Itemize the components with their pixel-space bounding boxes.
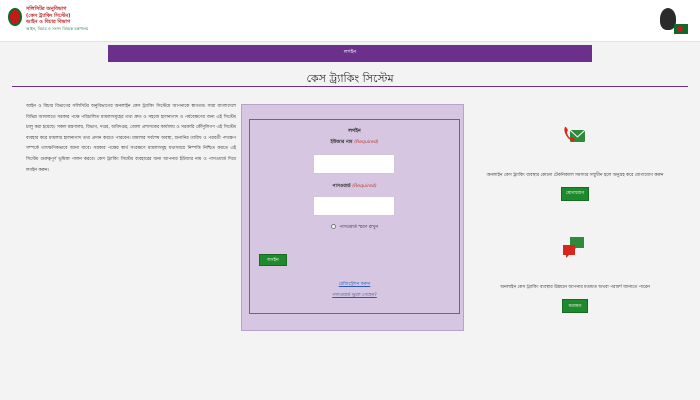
password-label: পাসওয়ার্ড (Required)	[332, 184, 377, 189]
contact-text: অনলাইন কেস ট্র্যাকিং ব্যবস্থার কোনো টেকন…	[486, 173, 664, 178]
feedback-text: অনলাইন কেস ট্র্যাকিং ব্যবস্থার উন্নয়নে …	[500, 285, 650, 290]
contact-block: অনলাইন কেস ট্র্যাকিং ব্যবস্থার কোনো টেকন…	[470, 172, 680, 201]
username-required: (Required)	[354, 140, 379, 145]
remember-me-label: পাসওয়ার্ড স্মরণ রাখুন	[339, 225, 378, 230]
login-form: লগইন ইউজার নাম (Required) পাসওয়ার্ড (Re…	[249, 119, 460, 314]
password-required: (Required)	[352, 184, 377, 189]
feedback-block: অনলাইন কেস ট্র্যাকিং ব্যবস্থার উন্নয়নে …	[470, 284, 680, 313]
nav-bar[interactable]: লগইন	[108, 45, 592, 62]
login-heading: লগইন	[348, 128, 361, 134]
ministry-title: সলিসিটর অনুবিভাগ (কেস ট্র্যাকিং সিস্টেম)…	[26, 6, 88, 32]
forgot-password-link[interactable]: পাসওয়ার্ড ভুলে গেছেন?	[250, 291, 459, 299]
username-input[interactable]	[313, 154, 395, 174]
title-divider	[12, 86, 688, 87]
username-label: ইউজার নাম (Required)	[330, 140, 379, 145]
phone-contact-icon	[564, 127, 586, 142]
intro-description: আইন ও বিচার বিভাগের সলিসিটর অনুবিভাগের অ…	[26, 104, 236, 173]
ministry-line-4: আইন, বিচার ও সংসদ বিষয়ক মন্ত্রণালয়	[26, 25, 89, 31]
remember-me[interactable]: পাসওয়ার্ড স্মরণ রাখুন	[250, 224, 459, 231]
login-panel: লগইন ইউজার নাম (Required) পাসওয়ার্ড (Re…	[241, 104, 464, 331]
password-input[interactable]	[313, 196, 395, 216]
site-header: সলিসিটর অনুবিভাগ (কেস ট্র্যাকিং সিস্টেম)…	[0, 0, 700, 42]
nav-login-link[interactable]: লগইন	[108, 49, 592, 57]
login-button[interactable]: লগইন	[259, 254, 287, 266]
remember-me-checkbox[interactable]	[331, 224, 337, 229]
contact-button[interactable]: যোগাযোগ	[561, 186, 589, 201]
register-link[interactable]: রেজিস্ট্রেশন করুন	[250, 280, 459, 288]
feedback-button[interactable]: মতামত	[562, 299, 588, 313]
government-emblem-icon	[8, 8, 22, 26]
leader-portrait-icon	[654, 4, 688, 38]
feedback-chat-icon	[563, 237, 584, 258]
